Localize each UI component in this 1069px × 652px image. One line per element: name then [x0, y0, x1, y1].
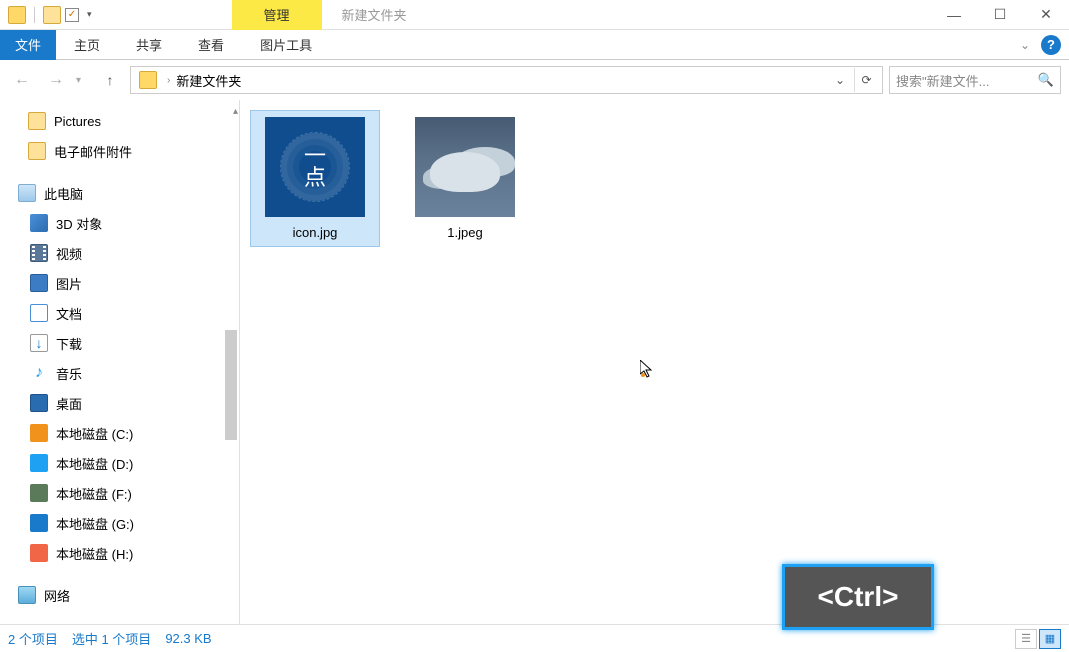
content-pane[interactable]: 一 点 icon.jpg 1.jpeg	[240, 100, 1069, 624]
3d-objects-icon	[30, 214, 48, 232]
tree-item-videos[interactable]: 视频	[0, 238, 239, 268]
tab-view[interactable]: 查看	[180, 30, 242, 60]
music-icon: ♪	[30, 364, 48, 382]
downloads-icon: ↓	[30, 334, 48, 352]
search-input[interactable]: 搜索"新建文件... 🔍	[889, 66, 1061, 94]
address-bar[interactable]: › 新建文件夹 ⌄ ⟳	[130, 66, 883, 94]
tree-label: 本地磁盘 (D:)	[56, 454, 133, 473]
tree-label: 视频	[56, 244, 82, 263]
desktop-icon	[30, 394, 48, 412]
status-selected: 选中 1 个项目	[72, 629, 151, 648]
tree-label: 文档	[56, 304, 82, 323]
tree-label: 网络	[44, 586, 70, 605]
tree-label: 本地磁盘 (G:)	[56, 514, 134, 533]
back-button[interactable]: ←	[8, 66, 36, 94]
search-icon[interactable]: 🔍	[1038, 72, 1054, 88]
tree-item-3d-objects[interactable]: 3D 对象	[0, 208, 239, 238]
minimize-button[interactable]: —	[931, 0, 977, 30]
thumbnails-view-button[interactable]: ▦	[1039, 629, 1061, 649]
breadcrumb-current[interactable]: 新建文件夹	[176, 71, 241, 90]
tree-label: 音乐	[56, 364, 82, 383]
tree-label: 图片	[56, 274, 82, 293]
titlebar: ✓ ▾ 管理 新建文件夹 — ☐ ✕	[0, 0, 1069, 30]
file-thumbnail	[415, 117, 515, 217]
status-size: 92.3 KB	[165, 631, 211, 646]
tree-item-drive-c[interactable]: 本地磁盘 (C:)	[0, 418, 239, 448]
tree-item-documents[interactable]: 文档	[0, 298, 239, 328]
up-button[interactable]: ↑	[96, 66, 124, 94]
qat-properties-button[interactable]: ✓	[65, 8, 79, 22]
tree-label: 电子邮件附件	[54, 142, 132, 161]
cursor-icon	[640, 360, 654, 378]
tree-item-downloads[interactable]: ↓ 下载	[0, 328, 239, 358]
window-icon[interactable]	[8, 6, 26, 24]
drive-icon	[30, 484, 48, 502]
tree-label: 本地磁盘 (C:)	[56, 424, 133, 443]
help-icon[interactable]: ?	[1041, 35, 1061, 55]
file-item-1-jpeg[interactable]: 1.jpeg	[400, 110, 530, 247]
ctrl-key-label: <Ctrl>	[818, 581, 899, 613]
file-thumbnail: 一 点	[265, 117, 365, 217]
network-icon	[18, 586, 36, 604]
drive-icon	[30, 514, 48, 532]
folder-icon	[28, 142, 46, 160]
qat-folder-button[interactable]	[43, 6, 61, 24]
tree-item-images[interactable]: 图片	[0, 268, 239, 298]
close-button[interactable]: ✕	[1023, 0, 1069, 30]
details-view-button[interactable]: ☰	[1015, 629, 1037, 649]
tab-share[interactable]: 共享	[118, 30, 180, 60]
quick-access-toolbar: ✓ ▾	[0, 6, 92, 24]
tree-label: 本地磁盘 (F:)	[56, 484, 132, 503]
tree-item-drive-g[interactable]: 本地磁盘 (G:)	[0, 508, 239, 538]
breadcrumb-separator-icon[interactable]: ›	[167, 75, 170, 86]
file-label: 1.jpeg	[407, 225, 523, 240]
tree-item-email-attachments[interactable]: 电子邮件附件	[0, 136, 239, 166]
qat-dropdown-icon[interactable]: ▾	[87, 9, 92, 20]
scroll-up-icon[interactable]: ▴	[233, 106, 238, 117]
drive-icon	[30, 424, 48, 442]
navigation-toolbar: ← → ▾ ↑ › 新建文件夹 ⌄ ⟳ 搜索"新建文件... 🔍	[0, 60, 1069, 100]
history-dropdown-icon[interactable]: ▾	[76, 75, 90, 86]
scrollbar-thumb[interactable]	[225, 330, 237, 440]
tab-file[interactable]: 文件	[0, 30, 56, 60]
tree-label: 3D 对象	[56, 214, 102, 233]
tree-item-network[interactable]: 网络	[0, 580, 239, 610]
tree-label: 桌面	[56, 394, 82, 413]
tree-item-desktop[interactable]: 桌面	[0, 388, 239, 418]
ribbon-collapse-icon[interactable]: ⌄	[1009, 38, 1041, 52]
tree-label: 下载	[56, 334, 82, 353]
tree-label: Pictures	[54, 114, 101, 129]
address-dropdown-icon[interactable]: ⌄	[828, 68, 852, 92]
tree-item-this-pc[interactable]: 此电脑	[0, 178, 239, 208]
search-placeholder: 搜索"新建文件...	[896, 71, 989, 90]
videos-icon	[30, 244, 48, 262]
tab-picture-tools[interactable]: 图片工具	[242, 30, 330, 60]
tree-item-pictures[interactable]: Pictures	[0, 106, 239, 136]
window-title: 新建文件夹	[342, 5, 407, 24]
pc-icon	[18, 184, 36, 202]
tree-item-drive-h[interactable]: 本地磁盘 (H:)	[0, 538, 239, 568]
maximize-button[interactable]: ☐	[977, 0, 1023, 30]
file-label: icon.jpg	[257, 225, 373, 240]
tree-label: 此电脑	[44, 184, 83, 203]
forward-button[interactable]: →	[42, 66, 70, 94]
contextual-tab-manage[interactable]: 管理	[232, 0, 322, 30]
file-item-icon-jpg[interactable]: 一 点 icon.jpg	[250, 110, 380, 247]
tree-label: 本地磁盘 (H:)	[56, 544, 133, 563]
images-icon	[30, 274, 48, 292]
tree-item-drive-f[interactable]: 本地磁盘 (F:)	[0, 478, 239, 508]
tab-home[interactable]: 主页	[56, 30, 118, 60]
folder-icon	[28, 112, 46, 130]
documents-icon	[30, 304, 48, 322]
drive-icon	[30, 544, 48, 562]
navigation-pane[interactable]: ▴ Pictures 电子邮件附件 此电脑 3D 对象 视频 图片 文档	[0, 100, 240, 624]
refresh-button[interactable]: ⟳	[854, 68, 878, 92]
drive-icon	[30, 454, 48, 472]
address-folder-icon	[139, 71, 157, 89]
tree-item-music[interactable]: ♪ 音乐	[0, 358, 239, 388]
ribbon-tabs: 文件 主页 共享 查看 图片工具 ⌄ ?	[0, 30, 1069, 60]
status-item-count: 2 个项目	[8, 629, 58, 648]
ctrl-key-overlay: <Ctrl>	[782, 564, 934, 630]
tree-item-drive-d[interactable]: 本地磁盘 (D:)	[0, 448, 239, 478]
